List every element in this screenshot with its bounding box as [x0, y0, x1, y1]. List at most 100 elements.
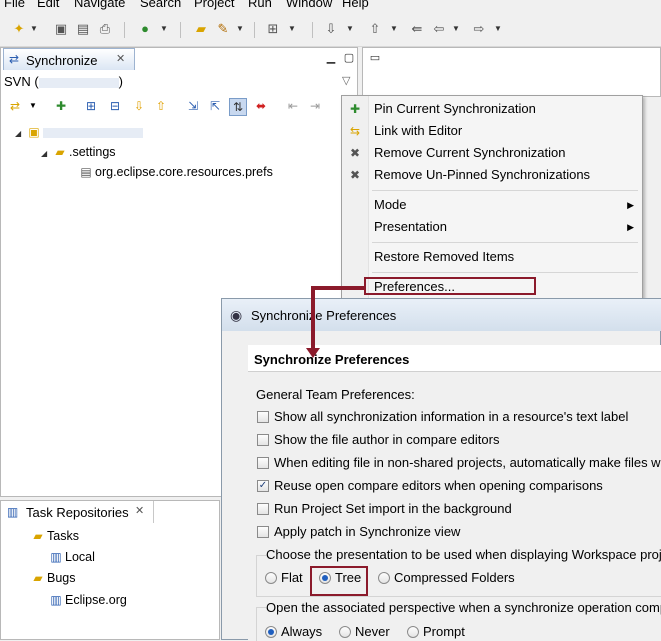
tree-row-project[interactable]: ◢ ▣ [15, 123, 143, 141]
chevron-down-icon[interactable]: ▼ [236, 24, 244, 34]
context-menu: ✚ Pin Current Synchronization ⇆ Link wit… [341, 95, 643, 302]
group-label: Choose the presentation to be used when … [266, 547, 661, 562]
remove-all-icon: ✖ [349, 168, 361, 182]
tab-task-repositories[interactable]: ▥ Task Repositories ✕ [3, 501, 154, 523]
tree-row-prefs[interactable]: ▤ org.eclipse.core.resources.prefs [77, 163, 273, 181]
open-folder-icon[interactable]: ▰ [192, 20, 210, 38]
expand-all-icon[interactable]: ⊞ [83, 98, 99, 114]
expand-arrow-icon[interactable]: ◢ [41, 145, 51, 163]
view-menu-icon[interactable]: ▽ [342, 74, 350, 87]
chevron-down-icon[interactable]: ▼ [390, 24, 398, 34]
svn-label-start: SVN ( [4, 74, 39, 89]
checkbox-make-writable[interactable] [257, 457, 269, 469]
dialog-title: Synchronize Preferences [251, 308, 397, 323]
incoming-mode-icon[interactable]: ⇲ [185, 98, 201, 114]
tree-group-bugs[interactable]: ▰ Bugs [29, 569, 75, 587]
menu-item-label: Pin Current Synchronization [374, 101, 536, 116]
task-repositories-view: ▥ Task Repositories ✕ ▰ Tasks ▥ Local ▰ Bug… [0, 500, 220, 640]
group-label: Open the associated perspective when a s… [266, 600, 661, 615]
tree-label: .settings [69, 145, 116, 159]
close-icon[interactable]: ✕ [116, 52, 125, 65]
radio-flat[interactable] [265, 572, 277, 584]
chevron-down-icon[interactable]: ▼ [160, 24, 168, 34]
incoming-outgoing-mode-icon[interactable]: ⇅ [229, 98, 247, 116]
radio-never[interactable] [339, 626, 351, 638]
collapse-all-icon[interactable]: ⊟ [107, 98, 123, 114]
expand-arrow-icon[interactable]: ◢ [15, 125, 25, 143]
menu-run[interactable]: Run [248, 0, 272, 10]
radio-compressed-folders[interactable] [378, 572, 390, 584]
preferences-dialog: ◉ Synchronize Preferences Synchronize Pr… [221, 298, 661, 641]
new-icon[interactable]: ✦ [10, 20, 28, 38]
menu-project[interactable]: Project [194, 0, 234, 10]
forward-icon[interactable]: ⇨ [470, 20, 488, 38]
minimize-icon[interactable]: ▁ [325, 52, 337, 64]
menu-item-label: Remove Current Synchronization [374, 145, 566, 160]
checkbox-label: Run Project Set import in the background [274, 501, 512, 516]
checkbox-apply-patch[interactable] [257, 526, 269, 538]
submenu-arrow-icon: ▶ [627, 200, 634, 210]
tab-synchronize[interactable]: ⇄ Synchronize ✕ [3, 48, 135, 70]
tree-item-local[interactable]: ▥ Local [47, 548, 95, 566]
menu-item-remove-unpinned[interactable]: ✖ Remove Un-Pinned Synchronizations [342, 164, 642, 186]
pin-icon: ✚ [349, 102, 361, 116]
radio-always[interactable] [265, 626, 277, 638]
outgoing-mode-icon[interactable]: ⇱ [207, 98, 223, 114]
menu-item-pin[interactable]: ✚ Pin Current Synchronization [342, 98, 642, 120]
menu-edit[interactable]: Edit [37, 0, 59, 10]
chevron-down-icon[interactable]: ▼ [452, 24, 460, 34]
chevron-down-icon[interactable]: ▼ [346, 24, 354, 34]
menu-file[interactable]: File [4, 0, 25, 10]
radio-prompt[interactable] [407, 626, 419, 638]
menu-navigate[interactable]: Navigate [74, 0, 125, 10]
tree-row-settings[interactable]: ◢ ▰ .settings [41, 143, 116, 161]
tree-group-tasks[interactable]: ▰ Tasks [29, 527, 79, 545]
save-all-icon[interactable]: ▤ [74, 20, 92, 38]
menu-item-remove[interactable]: ✖ Remove Current Synchronization [342, 142, 642, 164]
menu-item-link[interactable]: ⇆ Link with Editor [342, 120, 642, 142]
dialog-title-bar[interactable]: ◉ Synchronize Preferences [222, 299, 661, 331]
chevron-down-icon[interactable]: ▼ [494, 24, 502, 34]
group-label: Tasks [47, 529, 79, 543]
update-all-icon[interactable]: ⇥ [307, 98, 323, 114]
menu-search[interactable]: Search [140, 0, 181, 10]
toggle-icon[interactable]: ⊞ [264, 20, 282, 38]
checkbox-show-author[interactable] [257, 434, 269, 446]
maximize-icon[interactable]: ▢ [343, 52, 355, 64]
tree-item-eclipse[interactable]: ▥ Eclipse.org [47, 591, 127, 609]
next-difference-icon[interactable]: ⇩ [131, 98, 147, 114]
chevron-down-icon[interactable]: ▼ [25, 98, 41, 114]
run-icon[interactable]: ● [136, 20, 154, 38]
conflicts-mode-icon[interactable]: ⬌ [253, 98, 269, 114]
chevron-down-icon[interactable]: ▼ [288, 24, 296, 34]
radio-label: Prompt [423, 624, 465, 639]
menu-item-mode[interactable]: Mode ▶ [342, 194, 642, 216]
prev-annotation-icon[interactable]: ⇧ [366, 20, 384, 38]
editor-area: ▭ [362, 47, 661, 97]
save-icon[interactable]: ▣ [52, 20, 70, 38]
checkbox-run-import-background[interactable] [257, 503, 269, 515]
chevron-down-icon[interactable]: ▼ [30, 24, 38, 34]
menu-item-restore[interactable]: Restore Removed Items [342, 246, 642, 268]
minimize-icon[interactable]: ▭ [369, 52, 381, 64]
menu-window[interactable]: Window [286, 0, 332, 10]
synchronize-icon[interactable]: ⇄ [7, 98, 23, 114]
next-annotation-icon[interactable]: ⇩ [322, 20, 340, 38]
menu-item-label: Remove Un-Pinned Synchronizations [374, 167, 591, 182]
checkbox-label: Reuse open compare editors when opening … [274, 478, 603, 493]
last-edit-icon[interactable]: ⇚ [408, 20, 426, 38]
pin-icon[interactable]: ✚ [53, 98, 69, 114]
print-icon[interactable]: ⎙ [96, 20, 114, 38]
remove-icon: ✖ [349, 146, 361, 160]
commit-all-icon[interactable]: ⇤ [285, 98, 301, 114]
menu-help[interactable]: Help [342, 0, 369, 10]
menu-item-presentation[interactable]: Presentation ▶ [342, 216, 642, 238]
back-icon[interactable]: ⇦ [430, 20, 448, 38]
checkbox-reuse-compare[interactable]: ✓ [257, 480, 269, 492]
previous-difference-icon[interactable]: ⇧ [153, 98, 169, 114]
search-tool-icon[interactable]: ✎ [214, 20, 232, 38]
checkbox-show-sync-info[interactable] [257, 411, 269, 423]
close-icon[interactable]: ✕ [135, 504, 144, 517]
radio-label: Always [281, 624, 323, 639]
submenu-arrow-icon: ▶ [627, 222, 634, 232]
